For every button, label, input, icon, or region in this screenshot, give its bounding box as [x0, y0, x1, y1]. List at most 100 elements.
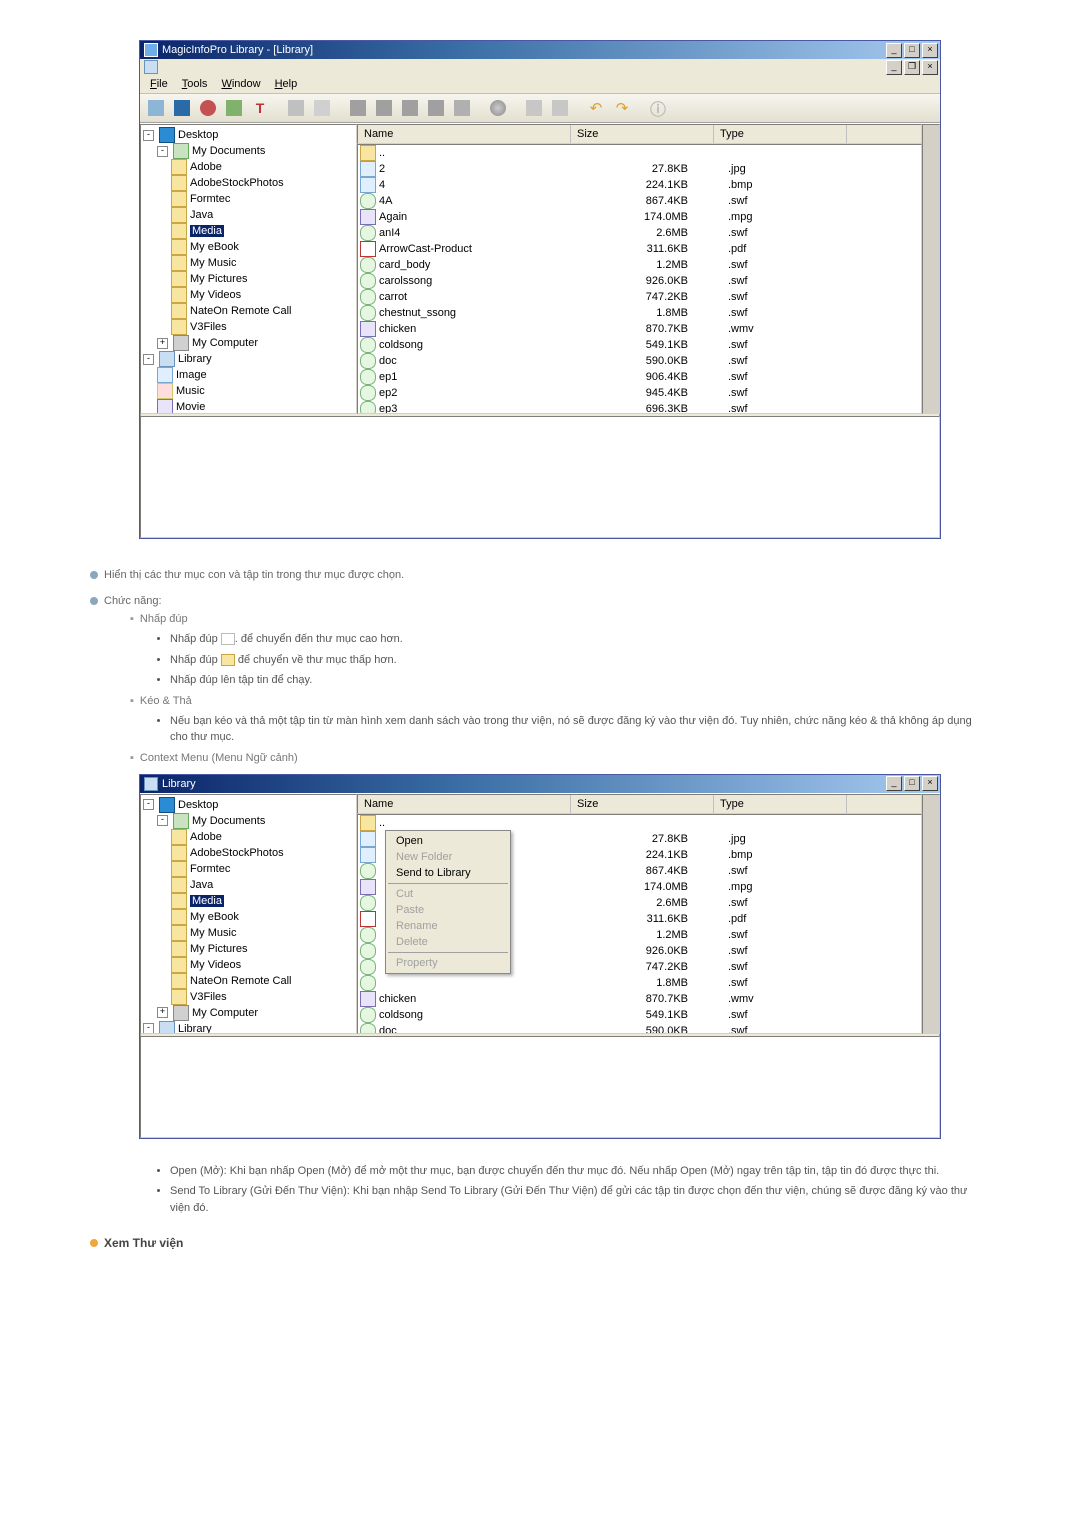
file-row[interactable]: .. — [358, 815, 921, 831]
toolbar-btn-12[interactable] — [522, 96, 546, 120]
toolbar-btn-11[interactable] — [450, 96, 474, 120]
toolbar-btn-13[interactable] — [548, 96, 572, 120]
file-row[interactable]: anI42.6MB.swf — [358, 225, 921, 241]
ctx-send-to-library[interactable]: Send to Library — [388, 865, 508, 881]
tree-desktop[interactable]: Desktop — [178, 799, 218, 811]
tree-item[interactable]: My eBook — [190, 911, 239, 923]
tree-my-documents[interactable]: My Documents — [192, 145, 265, 157]
file-row[interactable]: ep1906.4KB.swf — [358, 369, 921, 385]
file-row[interactable]: 1.8MB.swf — [358, 975, 921, 991]
minimize-button[interactable]: _ — [886, 43, 902, 58]
tree-item[interactable]: Adobe — [190, 161, 222, 173]
tree-my-computer[interactable]: My Computer — [192, 1007, 258, 1019]
tree-item[interactable]: NateOn Remote Call — [190, 975, 292, 987]
tree-item-selected[interactable]: Media — [190, 895, 224, 907]
file-row[interactable]: coldsong549.1KB.swf — [358, 1007, 921, 1023]
file-row[interactable]: ArrowCast-Product311.6KB.pdf — [358, 241, 921, 257]
file-row[interactable]: doc590.0KB.swf — [358, 353, 921, 369]
tree-item[interactable]: My eBook — [190, 241, 239, 253]
tree-item[interactable]: Image — [176, 369, 207, 381]
tree-library[interactable]: Library — [178, 353, 212, 365]
tree-item[interactable]: My Pictures — [190, 273, 247, 285]
tree-item[interactable]: AdobeStockPhotos — [190, 177, 284, 189]
child-minimize-button[interactable]: _ — [886, 60, 902, 75]
tree-pane[interactable]: -Desktop -My Documents Adobe AdobeStockP… — [140, 124, 357, 414]
tree-toggle[interactable]: + — [157, 1007, 168, 1018]
file-row[interactable]: carolssong926.0KB.swf — [358, 273, 921, 289]
menu-help[interactable]: Help — [269, 77, 304, 91]
col-size[interactable]: Size — [571, 125, 714, 143]
tree-desktop[interactable]: Desktop — [178, 129, 218, 141]
tree-item[interactable]: Movie — [176, 401, 205, 413]
file-row[interactable]: carrot747.2KB.swf — [358, 289, 921, 305]
context-menu[interactable]: Open New Folder Send to Library Cut Past… — [385, 830, 511, 974]
col-name[interactable]: Name — [358, 125, 571, 143]
col-size[interactable]: Size — [571, 795, 714, 813]
maximize-button[interactable]: □ — [904, 43, 920, 58]
child-close-button[interactable]: × — [922, 60, 938, 75]
titlebar[interactable]: MagicInfoPro Library - [Library] _ □ × — [140, 41, 940, 59]
file-list[interactable]: ..227.8KB.jpg4224.1KB.bmp4A867.4KB.swfAg… — [357, 144, 922, 414]
tree-item[interactable]: Formtec — [190, 863, 230, 875]
menu-tools[interactable]: Tools — [176, 77, 214, 91]
toolbar-btn-6[interactable] — [310, 96, 334, 120]
col-type[interactable]: Type — [714, 125, 847, 143]
menu-window[interactable]: Window — [215, 77, 266, 91]
tree-my-documents[interactable]: My Documents — [192, 815, 265, 827]
toolbar-btn-7[interactable] — [346, 96, 370, 120]
tree-item[interactable]: My Videos — [190, 959, 241, 971]
file-row[interactable]: chicken870.7KB.wmv — [358, 321, 921, 337]
toolbar-btn-9[interactable] — [398, 96, 422, 120]
col-name[interactable]: Name — [358, 795, 571, 813]
toolbar-btn-8[interactable] — [372, 96, 396, 120]
tree-pane-2[interactable]: -Desktop -My Documents Adobe AdobeStockP… — [140, 794, 357, 1034]
child-restore-button[interactable]: ❐ — [904, 60, 920, 75]
tree-item[interactable]: Java — [190, 879, 213, 891]
toolbar-text-btn[interactable]: T — [248, 96, 272, 120]
file-row[interactable]: doc590.0KB.swf — [358, 1023, 921, 1034]
maximize-button[interactable]: □ — [904, 776, 920, 791]
tree-my-computer[interactable]: My Computer — [192, 337, 258, 349]
tree-item[interactable]: Java — [190, 209, 213, 221]
toolbar-gear-icon[interactable] — [486, 96, 510, 120]
file-row[interactable]: Again174.0MB.mpg — [358, 209, 921, 225]
tree-item[interactable]: My Videos — [190, 289, 241, 301]
tree-item-selected[interactable]: Media — [190, 225, 224, 237]
tree-item[interactable]: Adobe — [190, 831, 222, 843]
file-row[interactable]: 4224.1KB.bmp — [358, 177, 921, 193]
tree-item[interactable]: Music — [176, 385, 205, 397]
file-row[interactable]: ep2945.4KB.swf — [358, 385, 921, 401]
tree-item[interactable]: NateOn Remote Call — [190, 305, 292, 317]
tree-toggle[interactable]: - — [157, 815, 168, 826]
tree-item[interactable]: Formtec — [190, 193, 230, 205]
toolbar-btn-1[interactable] — [144, 96, 168, 120]
tree-item[interactable]: V3Files — [190, 991, 227, 1003]
tree-item[interactable]: My Pictures — [190, 943, 247, 955]
tree-toggle[interactable]: + — [157, 338, 168, 349]
ctx-open[interactable]: Open — [388, 833, 508, 849]
col-type[interactable]: Type — [714, 795, 847, 813]
file-row[interactable]: coldsong549.1KB.swf — [358, 337, 921, 353]
toolbar-btn-3[interactable] — [196, 96, 220, 120]
tree-item[interactable]: My Music — [190, 927, 236, 939]
scrollbar-v[interactable] — [922, 794, 940, 1034]
file-row[interactable]: chicken870.7KB.wmv — [358, 991, 921, 1007]
file-row[interactable]: .. — [358, 145, 921, 161]
tree-item[interactable]: My Music — [190, 257, 236, 269]
close-button[interactable]: × — [922, 776, 938, 791]
toolbar-undo-icon[interactable]: ↶ — [584, 96, 608, 120]
file-row[interactable]: chestnut_ssong1.8MB.swf — [358, 305, 921, 321]
toolbar-btn-2[interactable] — [170, 96, 194, 120]
file-row[interactable]: 227.8KB.jpg — [358, 161, 921, 177]
tree-library[interactable]: Library — [178, 1023, 212, 1034]
close-button[interactable]: × — [922, 43, 938, 58]
tree-item[interactable]: V3Files — [190, 321, 227, 333]
toolbar-btn-10[interactable] — [424, 96, 448, 120]
toolbar-btn-5[interactable] — [284, 96, 308, 120]
tree-toggle[interactable]: - — [143, 1023, 154, 1034]
toolbar-btn-4[interactable] — [222, 96, 246, 120]
file-row[interactable]: card_body1.2MB.swf — [358, 257, 921, 273]
tree-toggle[interactable]: - — [157, 146, 168, 157]
minimize-button[interactable]: _ — [886, 776, 902, 791]
tree-item[interactable]: AdobeStockPhotos — [190, 847, 284, 859]
